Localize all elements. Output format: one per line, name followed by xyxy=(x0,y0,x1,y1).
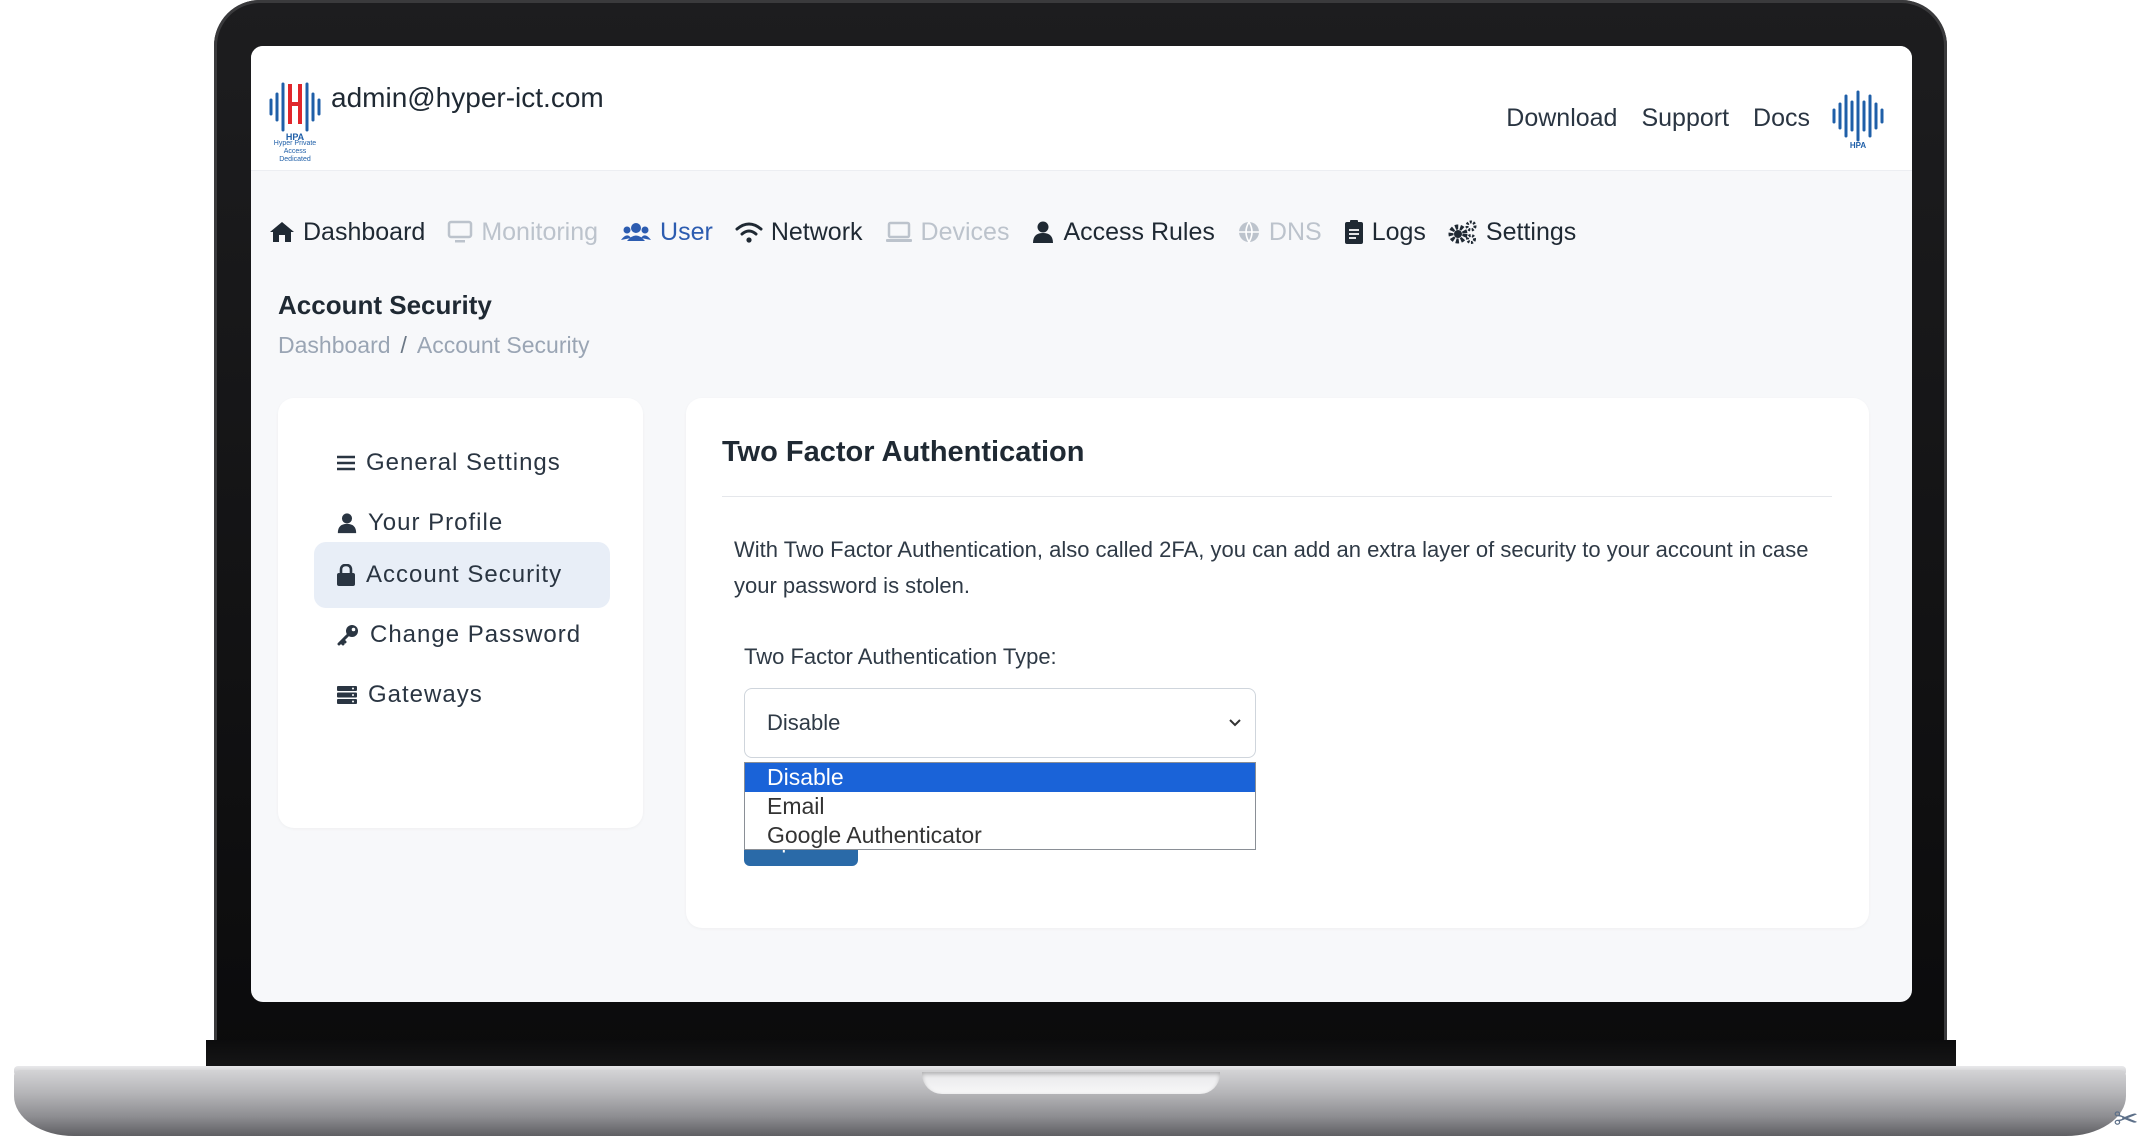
nav-label: DNS xyxy=(1268,217,1322,246)
logo-right-text: HPA xyxy=(1850,141,1867,150)
settings-sidebar: General Settings Your Profile Account Se… xyxy=(278,398,643,828)
chevron-down-icon xyxy=(1229,719,1241,727)
hpa-logo-right-icon[interactable]: HPA xyxy=(1828,86,1888,150)
home-icon xyxy=(270,222,294,242)
brand-caption: Hyper Private Access Dedicated xyxy=(265,140,325,164)
nav-dashboard[interactable]: Dashboard xyxy=(269,218,425,247)
page-title: Account Security xyxy=(278,290,492,320)
nav-label: Logs xyxy=(1371,217,1426,246)
user-email: admin@hyper-ict.com xyxy=(331,82,604,113)
breadcrumb-dashboard[interactable]: Dashboard xyxy=(278,332,391,358)
corner-logo-icon: ✂ xyxy=(2113,1103,2139,1136)
brand-edition: Dedicated xyxy=(279,156,311,163)
user-icon xyxy=(337,513,357,534)
top-bar: HPA Hyper Private Access Dedicated admin… xyxy=(251,46,1912,171)
sidebar-item-label: Change Password xyxy=(370,621,582,648)
option-disable[interactable]: Disable xyxy=(745,763,1255,792)
option-google-authenticator[interactable]: Google Authenticator xyxy=(745,821,1255,850)
laptop-icon xyxy=(885,221,912,242)
divider xyxy=(722,496,1832,497)
sidebar-item-account-security[interactable]: Account Security xyxy=(314,542,610,608)
nav-settings[interactable]: Settings xyxy=(1448,218,1576,247)
sidebar-item-label: Account Security xyxy=(366,561,563,588)
sidebar-item-label: General Settings xyxy=(366,449,561,476)
nav-label: Network xyxy=(770,217,863,246)
cogs-icon xyxy=(1448,220,1477,244)
sidebar-item-change-password[interactable]: Change Password xyxy=(314,602,610,668)
lock-icon xyxy=(337,564,355,586)
nav-access-rules[interactable]: Access Rules xyxy=(1031,217,1215,247)
main-nav: Dashboard Monitoring User Network Device… xyxy=(269,212,1598,252)
nav-dns[interactable]: DNS xyxy=(1237,218,1322,247)
top-links: Download Support Docs HPA xyxy=(1482,86,1888,150)
wifi-icon xyxy=(735,222,763,243)
nav-label: User xyxy=(660,217,713,246)
nav-label: Access Rules xyxy=(1063,217,1215,246)
globe-icon xyxy=(1238,221,1259,244)
server-icon xyxy=(337,686,357,704)
breadcrumb: Dashboard / Account Security xyxy=(278,332,590,359)
sidebar-item-label: Gateways xyxy=(368,681,483,708)
option-email[interactable]: Email xyxy=(745,792,1255,821)
user-icon xyxy=(1033,221,1054,243)
card-title: Two Factor Authentication xyxy=(722,436,1085,468)
brand-sub: Hyper Private Access xyxy=(273,140,317,155)
download-link[interactable]: Download xyxy=(1506,104,1617,133)
screen: HPA Hyper Private Access Dedicated admin… xyxy=(251,46,1912,1002)
field-label: Two Factor Authentication Type: xyxy=(744,644,1057,669)
nav-network[interactable]: Network xyxy=(735,218,863,247)
breadcrumb-separator: / xyxy=(400,332,407,358)
nav-logs[interactable]: Logs xyxy=(1344,218,1426,247)
list-icon xyxy=(337,455,355,471)
nav-label: Devices xyxy=(920,217,1010,246)
two-factor-type-select[interactable]: Disable xyxy=(744,688,1256,758)
sidebar-item-general-settings[interactable]: General Settings xyxy=(314,430,610,496)
two-factor-card: Two Factor Authentication With Two Facto… xyxy=(686,398,1869,928)
nav-user[interactable]: User xyxy=(620,218,713,247)
nav-label: Monitoring xyxy=(481,217,599,246)
select-value: Disable xyxy=(767,710,841,735)
monitor-icon xyxy=(448,220,473,243)
key-icon xyxy=(337,625,358,646)
clipboard-icon xyxy=(1344,220,1363,244)
nav-label: Settings xyxy=(1485,217,1577,246)
support-link[interactable]: Support xyxy=(1641,104,1729,133)
users-icon xyxy=(621,223,652,241)
nav-devices[interactable]: Devices xyxy=(885,217,1010,247)
breadcrumb-current: Account Security xyxy=(416,332,590,358)
nav-label: Dashboard xyxy=(303,217,426,246)
laptop-notch xyxy=(922,1072,1220,1094)
nav-monitoring[interactable]: Monitoring xyxy=(447,218,598,247)
sidebar-item-gateways[interactable]: Gateways xyxy=(314,662,610,728)
select-dropdown: Disable Email Google Authenticator xyxy=(744,762,1256,850)
card-description: With Two Factor Authentication, also cal… xyxy=(734,537,1809,598)
sidebar-item-label: Your Profile xyxy=(368,509,504,536)
docs-link[interactable]: Docs xyxy=(1753,104,1810,133)
